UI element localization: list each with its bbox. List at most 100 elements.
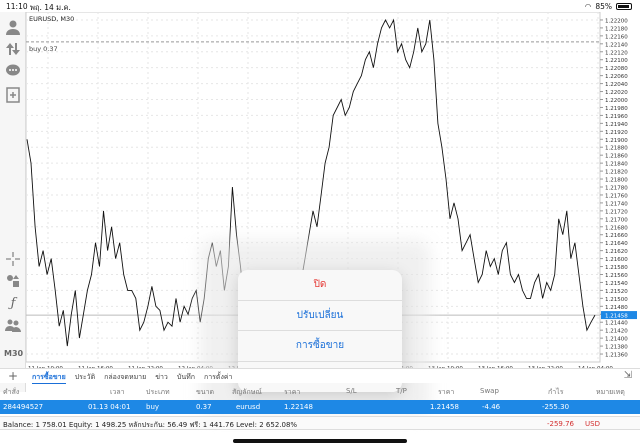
clock: 11:10	[6, 2, 28, 11]
price-tick-label: 1.21800	[605, 178, 628, 184]
price-tick-label: 1.22180	[605, 26, 628, 32]
balance-summary: Balance: 1 758.01 Equity: 1 498.25 หลักป…	[3, 421, 298, 429]
tab-trade[interactable]: การซื้อขาย	[32, 372, 66, 384]
balance-bar: Balance: 1 758.01 Equity: 1 498.25 หลักป…	[0, 416, 640, 430]
wifi-icon: ◠	[584, 2, 592, 11]
new-order-icon[interactable]	[4, 86, 22, 104]
col-order: คำสั่ง	[3, 388, 20, 396]
price-tick-label: 1.22040	[605, 82, 628, 88]
price-tick-label: 1.22020	[605, 90, 628, 96]
price-tick-label: 1.22140	[605, 42, 628, 48]
price-tick-label: 1.21940	[605, 122, 628, 128]
price-tick-label: 1.22160	[605, 34, 628, 40]
price-tick-label: 1.21760	[605, 193, 628, 199]
price-tick-label: 1.21640	[605, 241, 628, 247]
add-icon[interactable]: +	[8, 369, 18, 383]
price-tick-label: 1.22200	[605, 18, 628, 24]
current-price-label: 1.21458	[605, 314, 628, 320]
tab-settings[interactable]: การตั้งค่า	[204, 372, 233, 384]
cell-current-price: 1.21458	[430, 403, 459, 411]
trade-button[interactable]: การซื้อขาย	[238, 331, 402, 362]
price-tick-label: 1.21680	[605, 225, 628, 231]
price-tick-label: 1.21700	[605, 217, 628, 223]
terminal-tabs: + การซื้อขาย ประวัติ กล่องจดหมาย ข่าว บั…	[0, 368, 640, 384]
price-tick-label: 1.21960	[605, 114, 628, 120]
tab-history[interactable]: ประวัติ	[75, 372, 95, 384]
total-profit: -259.76	[546, 420, 574, 428]
expand-icon[interactable]: ⇲	[624, 370, 632, 381]
position-row[interactable]: 284494527 01.13 04:01 buy 0.37 eurusd 1.…	[0, 400, 640, 414]
price-tick-label: 1.21860	[605, 154, 628, 160]
price-tick-label: 1.22000	[605, 98, 628, 104]
col-comment: หมายเหตุ	[596, 388, 625, 396]
price-tick-label: 1.21900	[605, 138, 628, 144]
cell-symbol: eurusd	[236, 403, 261, 411]
col-size: ขนาด	[196, 388, 215, 396]
chart-symbol-label: EURUSD, M30	[29, 15, 75, 23]
price-tick-label: 1.21880	[605, 146, 628, 152]
indicators-icon[interactable]: ƒ	[4, 294, 22, 312]
tab-news[interactable]: ข่าว	[155, 372, 168, 384]
price-tick-label: 1.21720	[605, 209, 628, 215]
account-icon[interactable]	[4, 18, 22, 36]
cell-price: 1.22148	[284, 403, 313, 411]
col-type: ประเภท	[146, 388, 170, 396]
col-tp: T/P	[396, 387, 407, 395]
cell-time: 01.13 04:01	[88, 403, 131, 411]
col-current-price: ราคา	[438, 388, 455, 396]
price-tick-label: 1.21540	[605, 281, 628, 287]
price-tick-label: 1.21660	[605, 233, 628, 239]
battery-percent: 85%	[595, 2, 612, 11]
price-tick-label: 1.22060	[605, 74, 628, 80]
tab-journal[interactable]: บันทึก	[177, 372, 195, 384]
col-symbol: สัญลักษณ์	[232, 388, 262, 396]
left-toolbar: ƒ M30	[0, 12, 26, 392]
crosshair-icon[interactable]	[4, 250, 22, 268]
price-tick-label: 1.21500	[605, 297, 628, 303]
buy-level-label: buy 0.37	[29, 45, 58, 53]
close-position-button[interactable]: ปิด	[238, 270, 402, 301]
price-tick-label: 1.21840	[605, 162, 628, 168]
home-indicator	[233, 439, 407, 443]
price-tick-label: 1.21480	[605, 305, 628, 311]
price-tick-label: 1.21360	[605, 353, 628, 359]
currency-label: USD	[585, 420, 600, 428]
users-icon[interactable]	[4, 316, 22, 334]
objects-icon[interactable]	[4, 272, 22, 290]
timeframe-button[interactable]: M30	[4, 349, 23, 358]
trade-icon[interactable]	[4, 40, 22, 58]
price-tick-label: 1.21600	[605, 257, 628, 263]
price-tick-label: 1.21920	[605, 130, 628, 136]
price-tick-label: 1.21400	[605, 337, 628, 343]
cell-size: 0.37	[196, 403, 212, 411]
col-price: ราคา	[284, 388, 301, 396]
price-tick-label: 1.22080	[605, 66, 628, 72]
price-tick-label: 1.21740	[605, 201, 628, 207]
price-tick-label: 1.21420	[605, 329, 628, 335]
cell-profit: -255.30	[542, 403, 570, 411]
positions-header: คำสั่ง เวลา ประเภท ขนาด สัญลักษณ์ ราคา S…	[0, 385, 640, 398]
battery-icon	[616, 3, 632, 10]
modify-position-button[interactable]: ปรับเปลี่ยน	[238, 300, 402, 331]
col-time: เวลา	[110, 388, 125, 396]
price-tick-label: 1.21520	[605, 289, 628, 295]
price-tick-label: 1.21560	[605, 273, 628, 279]
price-tick-label: 1.21620	[605, 249, 628, 255]
price-tick-label: 1.22100	[605, 58, 628, 64]
chat-icon[interactable]	[4, 62, 22, 80]
price-tick-label: 1.21820	[605, 170, 628, 176]
cell-swap: -4.46	[482, 403, 501, 411]
cell-type: buy	[146, 403, 160, 411]
price-tick-label: 1.21580	[605, 265, 628, 271]
price-tick-label: 1.22120	[605, 50, 628, 56]
col-sl: S/L	[346, 387, 357, 395]
col-swap: Swap	[480, 387, 499, 395]
price-tick-label: 1.21440	[605, 321, 628, 327]
cell-order: 284494527	[3, 403, 44, 411]
tab-mailbox[interactable]: กล่องจดหมาย	[104, 372, 146, 384]
col-profit: กำไร	[548, 388, 564, 396]
price-tick-label: 1.21780	[605, 186, 628, 192]
status-bar: 11:10 พฤ. 14 ม.ค. ◠ 85%	[0, 0, 640, 12]
price-tick-label: 1.21380	[605, 345, 628, 351]
price-tick-label: 1.21980	[605, 106, 628, 112]
